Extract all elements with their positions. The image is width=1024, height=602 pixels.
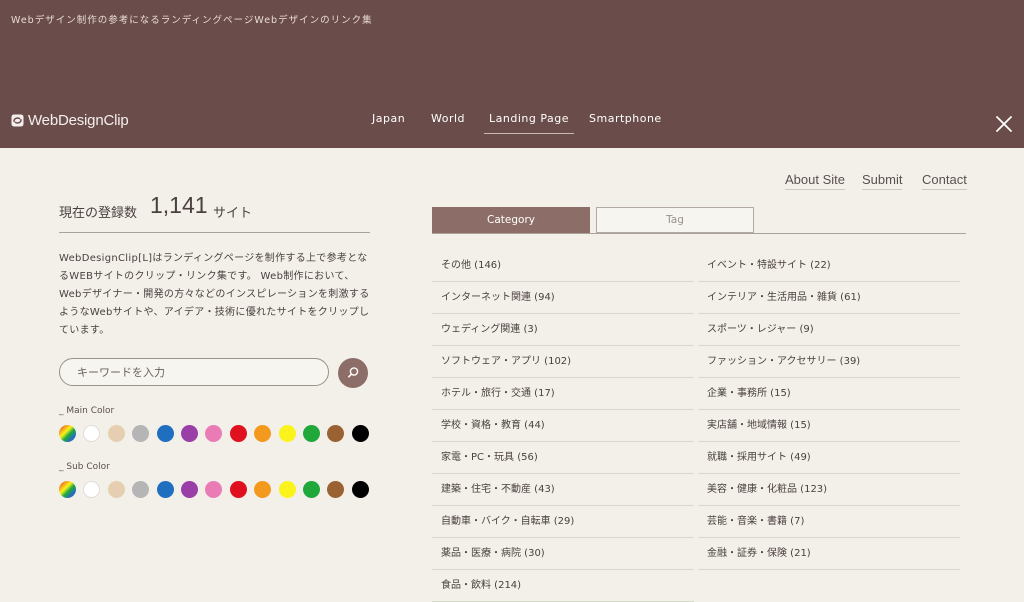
about-site-link[interactable]: About Site	[785, 172, 845, 190]
category-item[interactable]: ウェディング関連 (3)	[432, 314, 694, 346]
tab-tag[interactable]: Tag	[596, 207, 754, 233]
main-nav: Japan World Landing Page Smartphone	[0, 112, 1024, 136]
category-item[interactable]: 自動車・バイク・自転車 (29)	[432, 506, 694, 538]
category-item[interactable]: 薬品・医療・病院 (30)	[432, 538, 694, 570]
site-tagline: Webデザイン制作の参考になるランディングページWebデザインのリンク集	[11, 15, 373, 26]
category-item[interactable]: 金融・証券・保険 (21)	[698, 538, 960, 570]
sub-color-swatch-purple[interactable]	[181, 481, 198, 498]
submit-link[interactable]: Submit	[862, 172, 903, 190]
main-color-swatch-blue[interactable]	[156, 425, 174, 442]
category-item[interactable]: 学校・資格・教育 (44)	[432, 410, 694, 442]
main-color-swatch-beige[interactable]	[107, 425, 125, 442]
sub-color-swatch-brown[interactable]	[327, 481, 345, 498]
category-list-right: イベント・特設サイト (22) インテリア・生活用品・雑貨 (61) スポーツ・レジ…	[698, 250, 960, 570]
sub-color-swatch-beige[interactable]	[107, 481, 125, 498]
main-color-swatch-pink[interactable]	[205, 425, 223, 442]
sub-color-swatch-orange[interactable]	[254, 481, 272, 498]
main-color-swatch-gray[interactable]	[132, 425, 150, 442]
count-value: 1,141	[150, 192, 208, 218]
category-item[interactable]: 食品・飲料 (214)	[432, 570, 694, 602]
category-item[interactable]: 企業・事務所 (15)	[698, 378, 960, 410]
category-item[interactable]: ファッション・アクセサリー (39)	[698, 346, 960, 378]
sub-color-swatch-green[interactable]	[303, 481, 320, 498]
sub-color-swatch-rainbow[interactable]	[59, 481, 76, 498]
main-color-swatch-red[interactable]	[229, 425, 247, 442]
nav-item-landing-page[interactable]: Landing Page	[484, 112, 574, 134]
sub-color-swatch-black[interactable]	[351, 481, 369, 498]
main-color-label: _ Main Color	[59, 406, 115, 416]
category-item[interactable]: 実店舗・地域情報 (15)	[698, 410, 960, 442]
contact-link[interactable]: Contact	[922, 172, 967, 190]
registration-count: 現在の登録数 1,141 サイト	[59, 190, 370, 233]
category-item[interactable]: インテリア・生活用品・雑貨 (61)	[698, 282, 960, 314]
sub-color-swatch-yellow[interactable]	[278, 481, 296, 498]
nav-item-japan[interactable]: Japan	[372, 112, 405, 125]
tab-category[interactable]: Category	[432, 207, 590, 233]
tabs-divider	[432, 233, 966, 234]
sub-color-swatch-white[interactable]	[83, 481, 101, 498]
main-color-swatch-brown[interactable]	[327, 425, 345, 442]
sub-color-swatch-red[interactable]	[229, 481, 247, 498]
category-item[interactable]: 就職・採用サイト (49)	[698, 442, 960, 474]
search-button[interactable]	[338, 358, 368, 388]
category-item[interactable]: 家電・PC・玩具 (56)	[432, 442, 694, 474]
category-item[interactable]: 美容・健康・化粧品 (123)	[698, 474, 960, 506]
close-icon[interactable]	[995, 115, 1013, 133]
nav-item-smartphone[interactable]: Smartphone	[589, 112, 662, 125]
main-color-swatch-white[interactable]	[83, 425, 101, 442]
category-item[interactable]: その他 (146)	[432, 250, 694, 282]
nav-item-world[interactable]: World	[431, 112, 465, 125]
site-description: WebDesignClip[L]はランディングページを制作する上で参考となるWE…	[59, 253, 370, 336]
main-color-swatch-green[interactable]	[303, 425, 320, 442]
main-color-swatch-yellow[interactable]	[278, 425, 296, 442]
count-label: 現在の登録数	[59, 206, 138, 221]
sub-color-swatch-blue[interactable]	[156, 481, 174, 498]
main-color-swatch-purple[interactable]	[181, 425, 198, 442]
main-color-swatch-black[interactable]	[351, 425, 369, 442]
search-icon	[348, 367, 359, 378]
count-unit: サイト	[213, 206, 253, 221]
main-color-swatch-rainbow[interactable]	[59, 425, 76, 442]
sub-color-label: _ Sub Color	[59, 462, 110, 472]
search-input[interactable]	[59, 358, 329, 386]
category-item[interactable]: ホテル・旅行・交通 (17)	[432, 378, 694, 410]
category-list-left: その他 (146) インターネット関連 (94) ウェディング関連 (3) ソフトウェ…	[432, 250, 694, 602]
category-item[interactable]: スポーツ・レジャー (9)	[698, 314, 960, 346]
main-color-swatch-orange[interactable]	[254, 425, 272, 442]
site-header: Webデザイン制作の参考になるランディングページWebデザインのリンク集 Web…	[0, 0, 1024, 148]
category-item[interactable]: インターネット関連 (94)	[432, 282, 694, 314]
category-item[interactable]: 芸能・音楽・書籍 (7)	[698, 506, 960, 538]
category-item[interactable]: イベント・特設サイト (22)	[698, 250, 960, 282]
sub-color-swatch-gray[interactable]	[132, 481, 150, 498]
category-item[interactable]: 建築・住宅・不動産 (43)	[432, 474, 694, 506]
sub-color-swatch-pink[interactable]	[205, 481, 223, 498]
category-item[interactable]: ソフトウェア・アプリ (102)	[432, 346, 694, 378]
